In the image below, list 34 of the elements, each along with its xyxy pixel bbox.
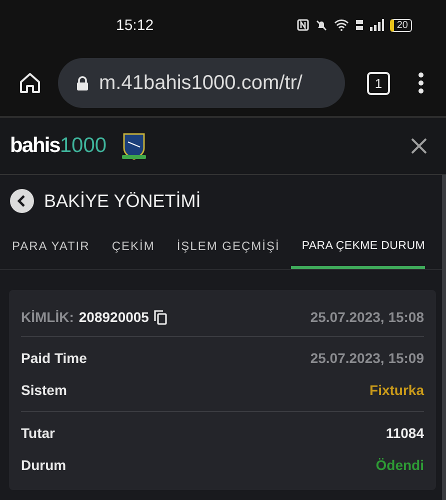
logo-number: 1000: [60, 134, 107, 158]
lock-icon: [76, 76, 89, 90]
tab[interactable]: PARA YATIR: [0, 225, 101, 269]
home-icon[interactable]: [18, 71, 42, 95]
field-value: Ödendi: [376, 457, 424, 473]
address-bar[interactable]: m.41bahis1000.com/tr/: [58, 58, 345, 108]
field-label: Paid Time: [21, 350, 87, 366]
nfc-icon: [296, 19, 309, 31]
close-icon[interactable]: [410, 137, 428, 155]
wifi-icon: [334, 19, 349, 31]
tab[interactable]: PARA ÇEKME DURUM: [290, 225, 425, 269]
tab[interactable]: ÇEKİM: [100, 225, 166, 269]
field-value: 25.07.2023, 15:09: [310, 350, 424, 366]
battery-indicator: 20: [390, 18, 412, 32]
field-label: Tutar: [21, 425, 55, 441]
id-label: KİMLİK:: [21, 309, 74, 325]
field-value: 11084: [386, 425, 424, 441]
tab[interactable]: İŞLEM GEÇMİŞİ: [166, 225, 291, 269]
back-icon[interactable]: [10, 189, 34, 213]
field-value: Fixturka: [370, 382, 424, 398]
copy-icon[interactable]: [154, 310, 167, 324]
url-text: m.41bahis1000.com/tr/: [99, 72, 302, 94]
id-value: 208920005: [78, 309, 149, 325]
page-title: BAKİYE YÖNETİMİ: [44, 190, 201, 212]
field-label: Sistem: [21, 382, 67, 398]
created-date: 25.07.2023, 15:08: [310, 309, 424, 325]
tab-count-button[interactable]: 1: [367, 72, 390, 94]
shield-emblem-icon: [120, 131, 147, 161]
field-label: Durum: [21, 457, 66, 473]
bell-muted-icon: [314, 18, 328, 32]
status-time: 15:12: [116, 16, 154, 34]
signal-icon: [370, 19, 384, 31]
logo-word: bahis: [10, 134, 60, 158]
more-icon[interactable]: [418, 72, 424, 94]
